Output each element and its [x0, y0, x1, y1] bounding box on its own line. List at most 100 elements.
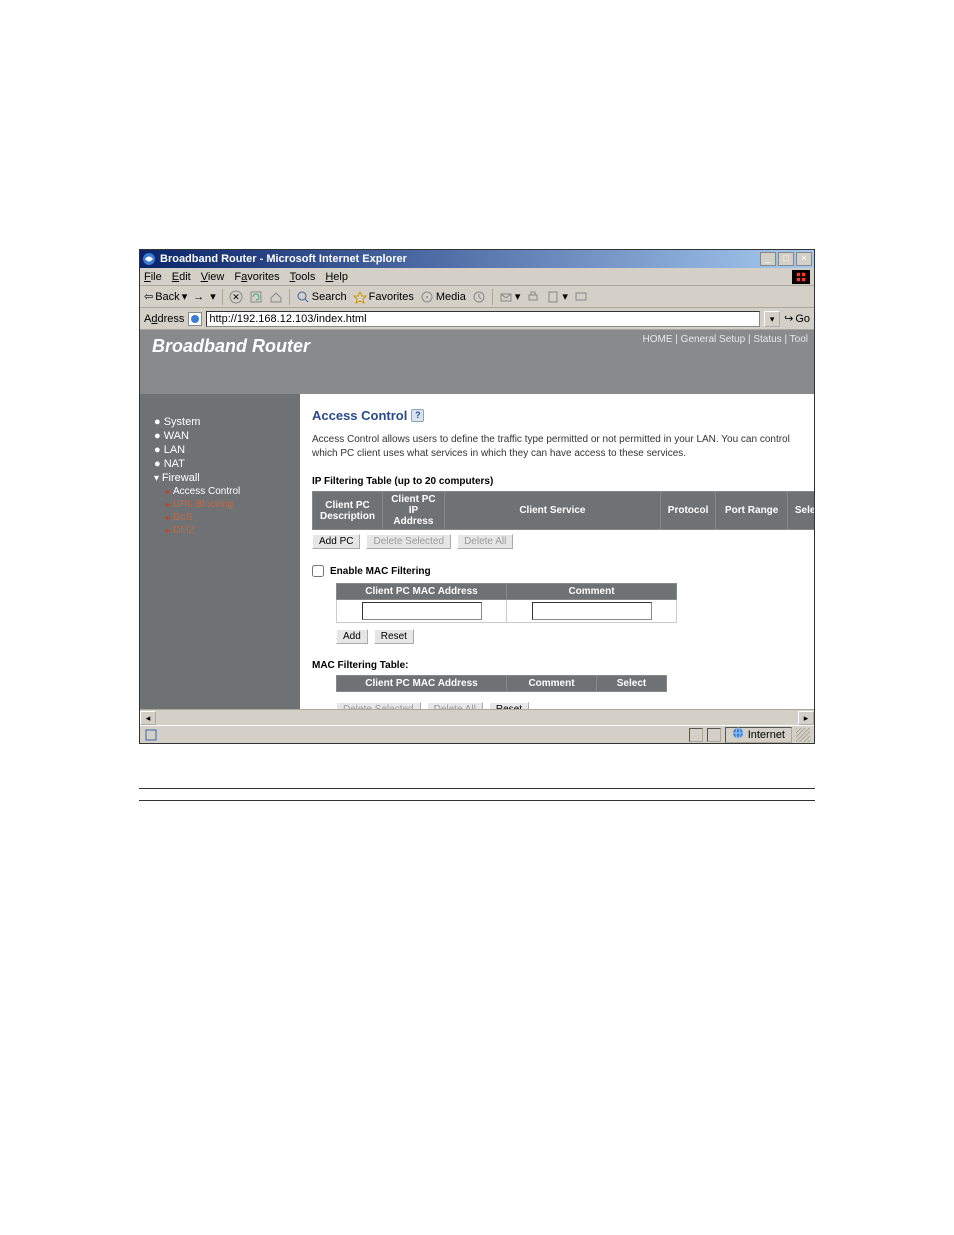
home-icon — [269, 290, 283, 304]
sidebar-sub-url-blocking[interactable]: ▸URL Blocking — [166, 499, 292, 510]
add-button[interactable]: Add — [336, 629, 368, 644]
favorites-icon — [353, 290, 367, 304]
sidebar-item-system[interactable]: System — [154, 416, 292, 428]
sidebar-item-firewall[interactable]: Firewall — [154, 472, 292, 484]
delete-selected-button2[interactable]: Delete Selected — [336, 702, 421, 709]
stop-button[interactable]: ✕ — [229, 290, 243, 304]
status-pane — [689, 728, 703, 742]
ip-filter-table: Client PC Description Client PC IP Addre… — [312, 491, 814, 530]
menu-edit[interactable]: Edit — [172, 271, 191, 283]
favorites-label: Favorites — [369, 291, 414, 303]
arrow-icon: ▸ — [166, 500, 170, 509]
back-label: Back — [155, 291, 179, 303]
banner-links[interactable]: HOME | General Setup | Status | Tool — [643, 334, 808, 345]
mac-table-label: MAC Filtering Table: — [312, 660, 804, 671]
menu-tools[interactable]: Tools — [290, 271, 316, 283]
zone-label: Internet — [748, 729, 785, 741]
window-title: Broadband Router - Microsoft Internet Ex… — [160, 253, 760, 265]
address-label: Address — [144, 313, 184, 325]
back-button[interactable]: ⇦ Back ▾ — [144, 290, 187, 303]
discuss-icon — [574, 290, 588, 304]
media-button[interactable]: Media — [420, 290, 466, 304]
print-button[interactable] — [526, 290, 540, 304]
edit-icon — [546, 290, 560, 304]
resize-grip[interactable] — [796, 728, 810, 742]
th-protocol: Protocol — [661, 492, 716, 530]
home-button[interactable] — [269, 290, 283, 304]
mail-icon — [499, 290, 513, 304]
menu-favorites[interactable]: Favorites — [234, 271, 279, 283]
address-dropdown[interactable]: ▾ — [764, 311, 780, 327]
ie-icon — [142, 252, 156, 266]
reset-button2[interactable]: Reset — [489, 702, 529, 709]
scroll-right-button[interactable]: ▸ — [798, 711, 814, 725]
ipfilter-label: IP Filtering Table (up to 20 computers) — [312, 476, 804, 487]
refresh-button[interactable] — [249, 290, 263, 304]
mac-address-input[interactable] — [362, 602, 482, 620]
forward-button[interactable]: → — [193, 291, 204, 303]
sidebar-sub-access-control[interactable]: ▸Access Control — [166, 486, 292, 497]
discuss-button[interactable] — [574, 290, 588, 304]
mac-input-table: Client PC MAC Address Comment — [336, 583, 677, 623]
menu-help[interactable]: Help — [325, 271, 348, 283]
search-button[interactable]: Search — [296, 290, 347, 304]
th-client-service: Client Service — [444, 492, 660, 530]
go-label: Go — [795, 313, 810, 325]
forward-menu[interactable]: ▾ — [210, 290, 216, 303]
search-label: Search — [312, 291, 347, 303]
delete-all-button2[interactable]: Delete All — [427, 702, 483, 709]
go-icon: ↪ — [784, 312, 793, 325]
page-icon — [188, 312, 202, 326]
enable-mac-checkbox[interactable] — [312, 565, 324, 577]
zone-indicator: Internet — [725, 727, 792, 743]
globe-icon — [732, 727, 744, 742]
sidebar-sub-dmz[interactable]: ▸DMZ — [166, 525, 292, 536]
th-mac-addr: Client PC MAC Address — [337, 584, 507, 600]
th-client-desc: Client PC Description — [313, 492, 383, 530]
sidebar-item-wan[interactable]: WAN — [154, 430, 292, 442]
close-button[interactable]: × — [796, 252, 812, 266]
favorites-button[interactable]: Favorites — [353, 290, 414, 304]
minimize-button[interactable]: _ — [760, 252, 776, 266]
arrow-icon: ▸ — [166, 526, 170, 535]
mac-comment-input[interactable] — [532, 602, 652, 620]
arrow-icon: ▸ — [166, 487, 170, 496]
search-icon — [296, 290, 310, 304]
sub-label: URL Blocking — [173, 499, 233, 510]
back-icon: ⇦ — [144, 290, 153, 303]
sub-label: Access Control — [173, 486, 240, 497]
add-pc-button[interactable]: Add PC — [312, 534, 360, 549]
mail-button[interactable]: ▾ — [499, 290, 521, 304]
sidebar-item-nat[interactable]: NAT — [154, 458, 292, 470]
status-pane — [707, 728, 721, 742]
sub-label: DMZ — [173, 525, 195, 536]
sidebar-sub-dos[interactable]: ▸DoS — [166, 512, 292, 523]
media-label: Media — [436, 291, 466, 303]
print-icon — [526, 290, 540, 304]
maximize-button[interactable]: □ — [778, 252, 794, 266]
reset-button[interactable]: Reset — [374, 629, 414, 644]
history-button[interactable] — [472, 290, 486, 304]
sidebar: System WAN LAN NAT Firewall ▸Access Cont… — [140, 394, 300, 709]
th-mac-addr2: Client PC MAC Address — [337, 676, 507, 692]
sub-label: DoS — [173, 512, 192, 523]
enable-mac-label: Enable MAC Filtering — [330, 566, 431, 577]
edit-button[interactable]: ▾ — [546, 290, 568, 304]
banner: Broadband Router HOME | General Setup | … — [140, 330, 814, 394]
horizontal-scrollbar[interactable]: ◂ ▸ — [140, 709, 814, 725]
delete-all-button[interactable]: Delete All — [457, 534, 513, 549]
go-button[interactable]: ↪Go — [784, 312, 810, 325]
sidebar-item-lan[interactable]: LAN — [154, 444, 292, 456]
menu-view[interactable]: View — [201, 271, 225, 283]
section-title-text: Access Control — [312, 408, 407, 423]
help-icon[interactable]: ? — [411, 409, 424, 422]
section-title: Access Control ? — [312, 408, 804, 423]
page-status-icon — [144, 728, 158, 742]
ie-logo-icon — [792, 270, 810, 284]
scroll-left-button[interactable]: ◂ — [140, 711, 156, 725]
titlebar: Broadband Router - Microsoft Internet Ex… — [140, 250, 814, 268]
toolbar: ⇦ Back ▾ → ▾ ✕ Search Favorites Media ▾ … — [140, 286, 814, 308]
delete-selected-button[interactable]: Delete Selected — [366, 534, 451, 549]
menu-file[interactable]: File — [144, 271, 162, 283]
address-input[interactable] — [206, 311, 760, 327]
